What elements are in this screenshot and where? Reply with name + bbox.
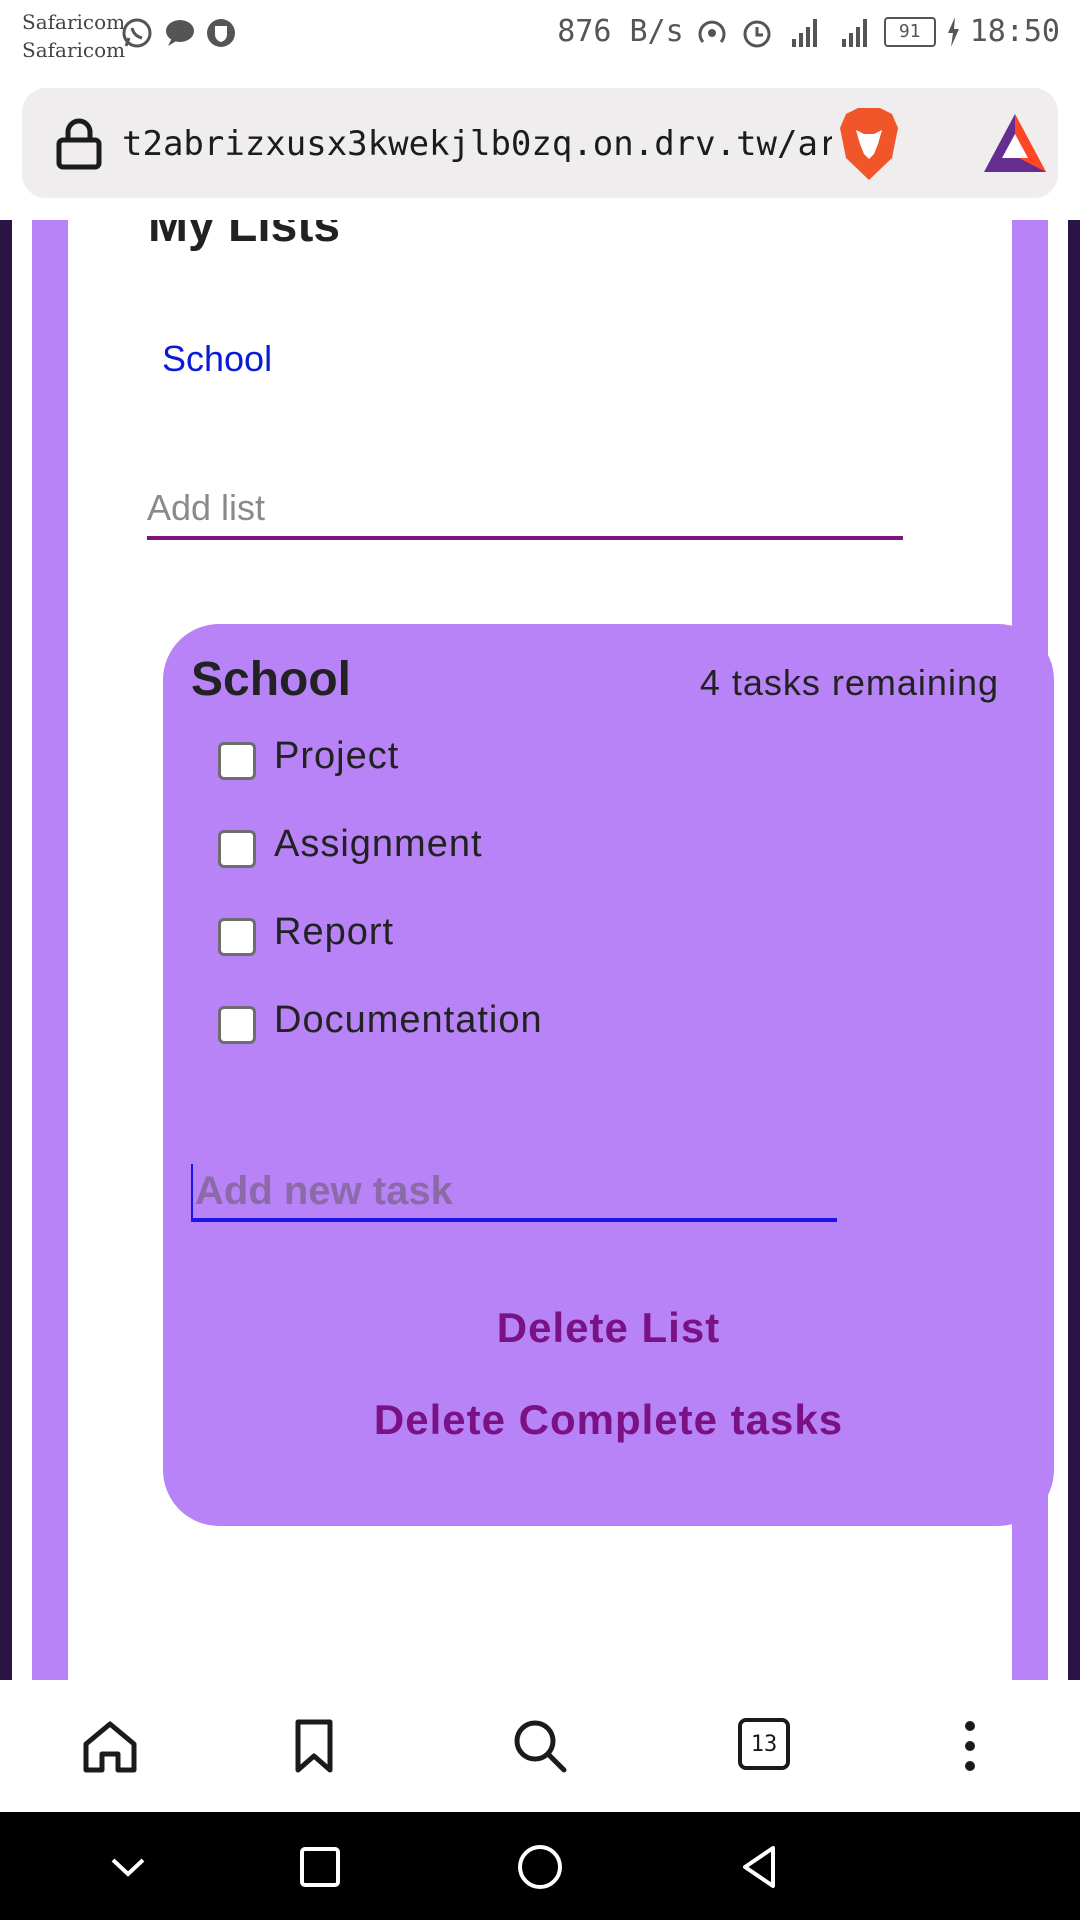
chevron-down-icon[interactable] [103, 1842, 153, 1892]
add-list-input[interactable] [147, 480, 903, 540]
delete-complete-tasks-button[interactable]: Delete Complete tasks [163, 1396, 1054, 1444]
home-icon[interactable] [80, 1716, 140, 1776]
home-circle-icon[interactable] [515, 1842, 565, 1892]
carrier-names: Safaricom Safaricom [22, 8, 125, 64]
battery-indicator: 91 [883, 16, 936, 47]
carrier-2: Safaricom [22, 38, 126, 62]
search-icon[interactable] [510, 1716, 570, 1776]
list-item-school[interactable]: School [162, 338, 272, 380]
task-checkbox[interactable] [218, 1006, 256, 1044]
task-checkbox[interactable] [218, 830, 256, 868]
task-item[interactable]: Assignment [218, 814, 483, 874]
more-options-icon[interactable] [940, 1716, 1000, 1776]
list-title: School [191, 653, 352, 706]
notification-icons [120, 16, 238, 50]
tasks-remaining: 4 tasks remaining [699, 662, 999, 703]
list-card: School 4 tasks remaining Project Assignm… [163, 624, 1054, 1526]
brave-shields-icon[interactable] [836, 106, 902, 182]
task-label: Assignment [274, 822, 483, 865]
alarm-icon [743, 20, 771, 47]
address-bar[interactable]: t2abrizxusx3kwekjlb0zq.on.drv.tw/arookin… [22, 88, 1058, 198]
task-checkbox[interactable] [218, 742, 256, 780]
whatsapp-icon [122, 18, 152, 48]
hotspot-icon [698, 20, 726, 43]
charging-icon [947, 16, 959, 47]
brave-rewards-icon[interactable] [982, 112, 1048, 174]
task-checkbox[interactable] [218, 918, 256, 956]
system-nav-bar [0, 1812, 1080, 1920]
bookmark-icon[interactable] [284, 1716, 344, 1776]
browser-toolbar: 13 [0, 1680, 1080, 1812]
net-speed: 876 B/s [557, 14, 684, 49]
signal-2g-icon [791, 18, 817, 47]
task-label: Report [274, 910, 395, 953]
task-item[interactable]: Documentation [218, 990, 543, 1050]
lists-panel: My Lists School School 4 tasks remaining… [68, 220, 1054, 1680]
signal-4g-icon [841, 18, 867, 47]
back-icon[interactable] [735, 1842, 785, 1892]
delete-list-button[interactable]: Delete List [163, 1304, 1054, 1352]
web-content: My Lists School School 4 tasks remaining… [0, 220, 1080, 1680]
task-item[interactable]: Report [218, 902, 394, 962]
recents-icon[interactable] [295, 1842, 345, 1892]
system-status: 876 B/s 91 18:50 [557, 14, 1060, 49]
url-text[interactable]: t2abrizxusx3kwekjlb0zq.on.drv.tw/arookin… [122, 116, 832, 172]
shield-icon [207, 19, 235, 47]
tabs-button[interactable]: 13 [738, 1718, 790, 1770]
clock: 18:50 [969, 14, 1060, 49]
lock-icon[interactable] [54, 118, 104, 170]
page-title: My Lists [148, 220, 341, 252]
chat-bubble-icon [166, 20, 194, 46]
task-label: Documentation [274, 998, 543, 1041]
status-bar: Safaricom Safaricom 876 B/s 91 18:50 [0, 0, 1080, 72]
task-label: Project [274, 734, 400, 777]
task-item[interactable]: Project [218, 726, 399, 786]
carrier-1: Safaricom [22, 10, 126, 34]
new-task-input[interactable] [191, 1164, 837, 1222]
